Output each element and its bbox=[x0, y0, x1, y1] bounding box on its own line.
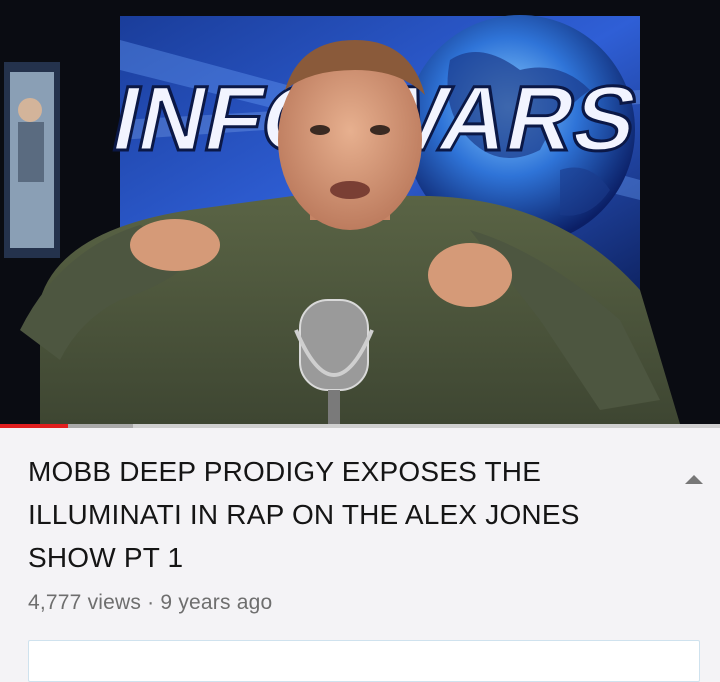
view-count: 4,777 views bbox=[28, 591, 142, 614]
upload-age: 9 years ago bbox=[160, 591, 273, 614]
video-title[interactable]: MOBB DEEP PRODIGY EXPOSES THE ILLUMINATI… bbox=[28, 450, 648, 579]
description-card bbox=[28, 640, 700, 682]
video-metadata: MOBB DEEP PRODIGY EXPOSES THE ILLUMINATI… bbox=[28, 450, 648, 615]
chevron-up-icon[interactable] bbox=[676, 466, 712, 490]
video-progress-bar[interactable] bbox=[0, 424, 720, 428]
buffered-indicator bbox=[67, 424, 134, 428]
played-indicator bbox=[0, 424, 68, 428]
video-stats: 4,777 views · 9 years ago bbox=[28, 591, 648, 615]
stats-separator: · bbox=[147, 591, 155, 614]
video-frame: INFO WARS bbox=[0, 0, 720, 424]
video-player[interactable]: INFO WARS bbox=[0, 0, 720, 424]
